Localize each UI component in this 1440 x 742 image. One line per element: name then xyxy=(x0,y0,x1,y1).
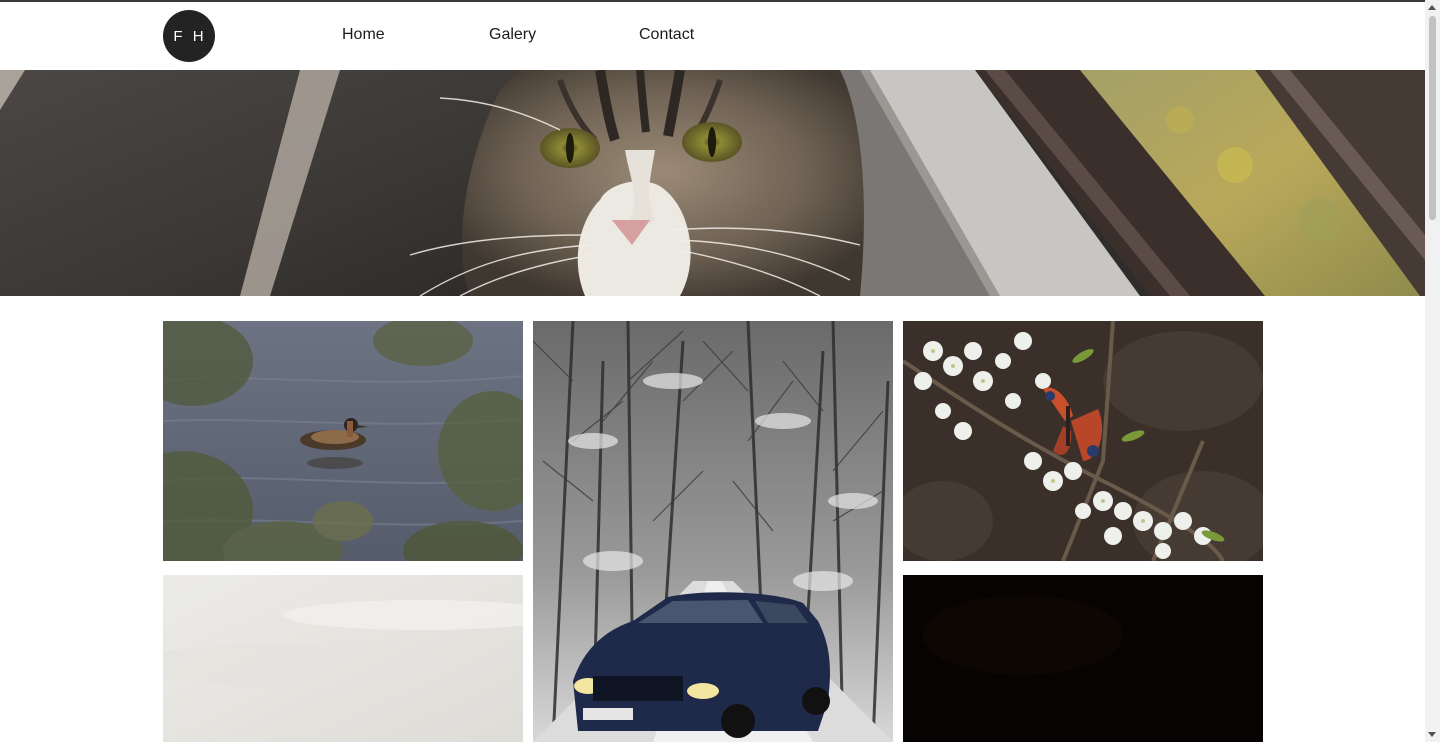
grebe-photo xyxy=(163,321,523,561)
gallery-item-snow-car[interactable] xyxy=(533,321,893,742)
snow-car-photo xyxy=(533,321,893,742)
scroll-up-arrow-icon[interactable] xyxy=(1428,5,1436,10)
gallery-item-grebe[interactable] xyxy=(163,321,523,561)
nav-galery-link[interactable]: Galery xyxy=(489,26,536,44)
nav-contact-link[interactable]: Contact xyxy=(639,26,694,44)
butterfly-photo xyxy=(903,321,1263,561)
nav-home-link[interactable]: Home xyxy=(342,26,385,44)
gallery-item-butterfly[interactable] xyxy=(903,321,1263,561)
hero-image xyxy=(0,70,1425,296)
sky-photo xyxy=(163,575,523,742)
page-scrollbar[interactable] xyxy=(1425,0,1440,742)
scroll-thumb[interactable] xyxy=(1429,16,1436,220)
gallery-item-dark[interactable] xyxy=(903,575,1263,742)
site-header: F H Home Galery Contact xyxy=(0,2,1425,70)
scroll-down-arrow-icon[interactable] xyxy=(1428,732,1436,737)
cat-photo xyxy=(0,70,1425,296)
gallery-item-sky[interactable] xyxy=(163,575,523,742)
logo[interactable]: F H xyxy=(163,10,215,62)
dark-photo xyxy=(903,575,1263,742)
